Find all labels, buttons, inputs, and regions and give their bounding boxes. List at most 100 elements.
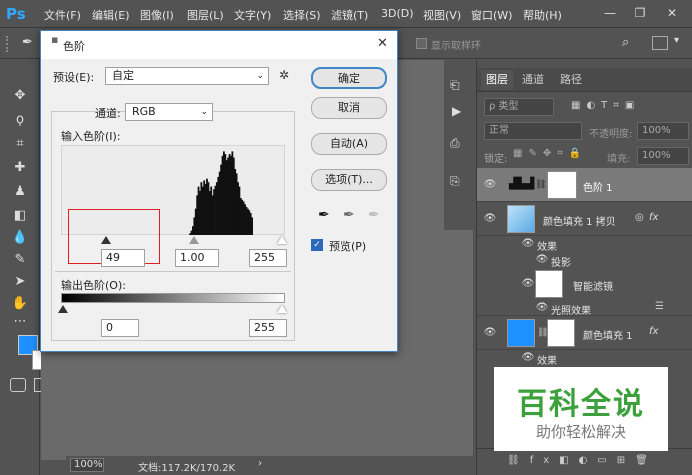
output-white-field[interactable]: 255 bbox=[249, 319, 287, 337]
lasso-tool-icon[interactable]: ϙ bbox=[10, 110, 30, 130]
drop-shadow-row[interactable]: 👁 投影 bbox=[477, 252, 692, 269]
document-size: 文档:117.2K/170.2K bbox=[138, 463, 236, 474]
pen-tool-icon[interactable]: ✎ bbox=[10, 250, 30, 270]
visibility-eye-icon[interactable]: 👁 bbox=[483, 326, 497, 340]
effects-row[interactable]: 👁 效果 bbox=[477, 350, 692, 367]
workspace-icon[interactable] bbox=[652, 36, 668, 50]
close-window-button[interactable]: ✕ bbox=[658, 2, 686, 24]
path-select-icon[interactable]: ➤ bbox=[10, 272, 30, 292]
quick-mask-icon[interactable] bbox=[10, 378, 26, 392]
fill-field[interactable]: 100% bbox=[637, 147, 689, 165]
auto-button[interactable]: 自动(A) bbox=[311, 133, 387, 155]
menu-image[interactable]: 图像(I) bbox=[140, 7, 174, 23]
move-tool-icon[interactable]: ✥ bbox=[10, 86, 30, 106]
white-point-eyedropper-icon[interactable]: ✒ bbox=[368, 207, 380, 223]
menu-edit[interactable]: 编辑(E) bbox=[92, 7, 130, 23]
status-arrow-icon[interactable]: › bbox=[258, 458, 262, 469]
menu-help[interactable]: 帮助(H) bbox=[523, 7, 562, 23]
drop-shadow-label: 投影 bbox=[551, 258, 571, 269]
filter-options-icon[interactable]: ☰ bbox=[655, 301, 664, 312]
tab-paths[interactable]: 路径 bbox=[555, 70, 587, 90]
preset-options-gear-icon[interactable]: ✲ bbox=[279, 68, 289, 82]
gray-point-eyedropper-icon[interactable]: ✒ bbox=[343, 207, 355, 223]
menu-3d[interactable]: 3D(D) bbox=[381, 7, 414, 20]
layer-row-levels[interactable]: 👁 ▟▙▟ ⛓ 色阶 1 bbox=[477, 168, 692, 202]
menu-select[interactable]: 选择(S) bbox=[283, 7, 321, 23]
fx-icon[interactable]: fx bbox=[649, 326, 658, 337]
paragraph-panel-icon[interactable]: ⎘ bbox=[450, 174, 468, 192]
menu-type[interactable]: 文字(Y) bbox=[234, 7, 271, 23]
search-icon[interactable]: ⌕ bbox=[622, 35, 638, 51]
menu-view[interactable]: 视图(V) bbox=[423, 7, 461, 23]
properties-panel-icon[interactable]: ⎙ bbox=[450, 136, 468, 154]
input-white-slider[interactable] bbox=[277, 236, 287, 244]
actions-play-icon[interactable]: ▶ bbox=[452, 104, 470, 122]
layer-name: 颜色填充 1 拷贝 bbox=[543, 217, 616, 228]
preset-value: 自定 bbox=[112, 69, 134, 82]
output-black-slider[interactable] bbox=[58, 305, 68, 313]
eraser-tool-icon[interactable]: ◧ bbox=[10, 206, 30, 226]
minimize-button[interactable]: — bbox=[596, 2, 624, 24]
layer-filter-select[interactable]: ρ 类型 bbox=[484, 98, 554, 116]
cancel-button[interactable]: 取消 bbox=[311, 97, 387, 119]
layer-row-color-fill[interactable]: 👁 ⛓ 颜色填充 1 fx bbox=[477, 316, 692, 350]
workspace-dropdown-icon[interactable]: ▾ bbox=[674, 35, 686, 51]
preview-checkbox[interactable]: ✓ bbox=[311, 239, 323, 251]
menu-window[interactable]: 窗口(W) bbox=[471, 7, 512, 23]
menu-file[interactable]: 文件(F) bbox=[44, 7, 81, 23]
dialog-titlebar[interactable]: ▪ 色阶 ✕ bbox=[41, 31, 397, 59]
layers-footer-icons[interactable]: ⛓fx◧◐▭⊞🗑 bbox=[477, 448, 692, 474]
status-bar: 100% 文档:117.2K/170.2K › bbox=[66, 456, 476, 475]
fx-icon[interactable]: fx bbox=[649, 212, 658, 223]
output-black-field[interactable]: 0 bbox=[101, 319, 139, 337]
eyedropper-tool-icon[interactable]: ✒ bbox=[22, 35, 40, 53]
input-black-field[interactable]: 49 bbox=[101, 249, 145, 267]
visibility-eye-icon[interactable]: 👁 bbox=[535, 253, 549, 267]
layer-filter-icons[interactable]: ▦◐T⌗▣ bbox=[571, 100, 681, 114]
blur-tool-icon[interactable]: 💧 bbox=[10, 228, 30, 248]
stamp-tool-icon[interactable]: ♟ bbox=[10, 182, 30, 202]
options-button[interactable]: 选项(T)... bbox=[311, 169, 387, 191]
tab-layers[interactable]: 图层 bbox=[481, 70, 513, 90]
opacity-field[interactable]: 100% bbox=[637, 122, 689, 140]
channel-select[interactable]: RGB ⌄ bbox=[125, 103, 213, 121]
output-white-slider[interactable] bbox=[277, 305, 287, 313]
input-white-field[interactable]: 255 bbox=[249, 249, 287, 267]
smart-filter-icon: ◎ bbox=[635, 212, 644, 223]
lighting-effects-row[interactable]: 👁 光照效果 ☰ bbox=[477, 300, 692, 317]
input-levels-label: 输入色阶(I): bbox=[61, 130, 121, 143]
dialog-close-button[interactable]: ✕ bbox=[377, 36, 388, 51]
smart-filters-row[interactable]: 👁 智能滤镜 bbox=[477, 268, 692, 300]
effects-row[interactable]: 👁 效果 bbox=[477, 236, 692, 253]
layer-mask-thumbnail bbox=[547, 171, 577, 199]
more-tools-icon[interactable]: ⋯ bbox=[10, 312, 30, 332]
layer-row-color-fill-copy[interactable]: 👁 颜色填充 1 拷贝 ◎ fx bbox=[477, 202, 692, 236]
menu-filter[interactable]: 滤镜(T) bbox=[331, 7, 368, 23]
blend-mode-select[interactable]: 正常 bbox=[484, 122, 582, 140]
crop-tool-icon[interactable]: ⌗ bbox=[10, 134, 30, 154]
hand-tool-icon[interactable]: ✋ bbox=[10, 294, 30, 314]
tab-channels[interactable]: 通道 bbox=[517, 70, 549, 90]
input-gamma-field[interactable]: 1.00 bbox=[175, 249, 219, 267]
menu-layer[interactable]: 图层(L) bbox=[187, 7, 224, 23]
visibility-eye-icon[interactable]: 👁 bbox=[521, 351, 535, 365]
zoom-level[interactable]: 100% bbox=[70, 458, 104, 472]
opacity-label: 不透明度: bbox=[589, 129, 633, 140]
ok-button[interactable]: 确定 bbox=[311, 67, 387, 89]
restore-button[interactable]: ❐ bbox=[626, 2, 654, 24]
lock-icons[interactable]: ▦✎✥⌗🔒 bbox=[513, 148, 593, 162]
visibility-eye-icon[interactable]: 👁 bbox=[483, 212, 497, 226]
sample-all-checkbox[interactable] bbox=[416, 38, 427, 49]
visibility-eye-icon[interactable]: 👁 bbox=[521, 277, 535, 291]
input-gamma-slider[interactable] bbox=[189, 236, 199, 244]
watermark-title: 百科全说 bbox=[517, 387, 645, 422]
history-panel-icon[interactable]: ⎗ bbox=[450, 78, 468, 96]
healing-brush-icon[interactable]: ✚ bbox=[10, 158, 30, 178]
photoshop-logo: Ps bbox=[6, 5, 26, 23]
visibility-eye-icon[interactable]: 👁 bbox=[483, 178, 497, 192]
lock-label: 锁定: bbox=[484, 154, 508, 165]
black-point-eyedropper-icon[interactable]: ✒ bbox=[318, 207, 330, 223]
preset-select[interactable]: 自定 ⌄ bbox=[105, 67, 269, 85]
visibility-eye-icon[interactable]: 👁 bbox=[535, 301, 549, 315]
visibility-eye-icon[interactable]: 👁 bbox=[521, 237, 535, 251]
